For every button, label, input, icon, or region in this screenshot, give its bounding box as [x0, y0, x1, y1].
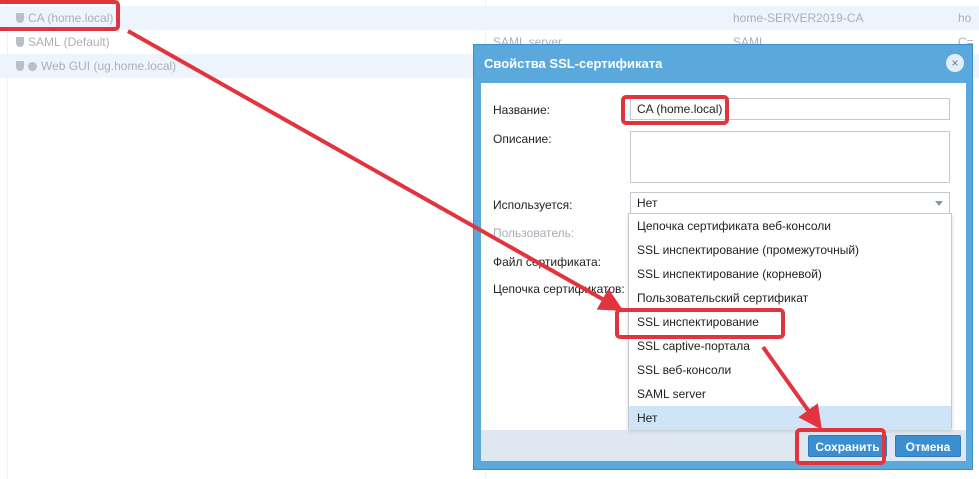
dropdown-option[interactable]: SAML server [629, 382, 951, 406]
row-name-text: SAML (Default) [28, 35, 110, 49]
dialog-footer: Сохранить Отмена [481, 430, 966, 461]
shield-icon [16, 37, 24, 47]
dropdown-option[interactable]: SSL веб-консоли [629, 358, 951, 382]
shield-icon [16, 61, 24, 71]
description-label: Описание: [493, 132, 552, 146]
highlight-save-button [795, 428, 886, 465]
cert-chain-label: Цепочка сертификатов: [493, 282, 625, 296]
row-extra: ho [958, 11, 972, 25]
close-icon[interactable]: × [946, 54, 964, 72]
name-label: Название: [493, 103, 550, 117]
dropdown-option[interactable]: Цепочка сертификата веб-консоли [629, 214, 951, 238]
highlight-ca-row [0, 0, 120, 31]
row-name-text: Web GUI (ug.home.local) [41, 59, 177, 73]
dialog-title: Свойства SSL-сертификата [484, 56, 663, 71]
used-for-select[interactable]: Нет [630, 192, 950, 214]
dropdown-option[interactable]: Пользовательский сертификат [629, 286, 951, 310]
dropdown-option[interactable]: SSL инспектирование (промежуточный) [629, 238, 951, 262]
highlight-name-field [621, 95, 729, 125]
highlight-ssl-inspection-option [615, 308, 785, 339]
description-field[interactable] [630, 131, 950, 183]
chevron-down-icon[interactable] [935, 200, 943, 206]
used-for-label: Используется: [493, 198, 573, 212]
cancel-button[interactable]: Отмена [895, 435, 961, 457]
dropdown-option-selected[interactable]: Нет [629, 406, 951, 430]
row-issuer: home-SERVER2019-CA [733, 11, 864, 25]
row-name: SAML (Default) [16, 35, 110, 49]
user-label: Пользователь: [493, 226, 575, 240]
cert-file-label: Файл сертификата: [493, 255, 601, 269]
table-row-ca[interactable]: CA (home.local) home-SERVER2019-CA ho [0, 6, 979, 30]
row-name: Web GUI (ug.home.local) [16, 59, 176, 73]
used-for-value: Нет [637, 196, 658, 210]
dropdown-option[interactable]: SSL инспектирование (корневой) [629, 262, 951, 286]
gear-icon [28, 61, 37, 71]
